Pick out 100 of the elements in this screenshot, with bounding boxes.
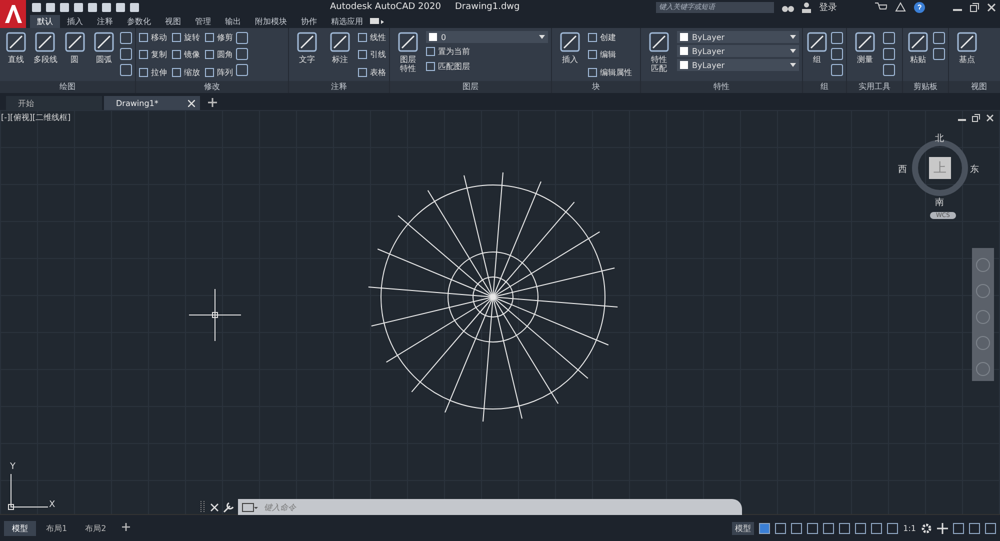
- status-toggle-icon[interactable]: [775, 522, 786, 534]
- ribbon-small-button[interactable]: 镜像: [172, 48, 200, 61]
- ribbon-large-button[interactable]: 插入: [555, 31, 585, 81]
- status-toggle-icon[interactable]: [871, 522, 882, 534]
- ribbon-small-button[interactable]: 圆角: [205, 48, 233, 61]
- ribbon-tab[interactable]: 默认: [30, 14, 60, 28]
- ribbon-small-button[interactable]: 引线: [358, 48, 386, 61]
- dropdown[interactable]: ByLayer: [677, 45, 799, 57]
- viewport-label[interactable]: [-][俯视][二维线框]: [1, 112, 71, 123]
- document-tab[interactable]: Drawing1*: [104, 96, 200, 110]
- ribbon-small-button[interactable]: 置为当前: [426, 45, 548, 57]
- command-input[interactable]: 键入命令: [262, 502, 742, 512]
- ribbon-large-button[interactable]: 特性匹配: [644, 31, 674, 81]
- ribbon-large-button[interactable]: 粘贴: [906, 31, 930, 81]
- compass-label[interactable]: 北: [935, 132, 944, 145]
- tool-icon[interactable]: [120, 32, 132, 44]
- status-toggle-icon[interactable]: [969, 522, 980, 534]
- ribbon-large-button[interactable]: 图层特性: [393, 31, 423, 81]
- tool-icon[interactable]: [883, 48, 895, 60]
- ribbon-large-button[interactable]: 组: [806, 31, 828, 81]
- ribbon-small-button[interactable]: 线性: [358, 31, 386, 43]
- compass-label[interactable]: 西: [898, 163, 907, 176]
- ribbon-large-button[interactable]: 多段线: [32, 31, 58, 81]
- close-icon[interactable]: [188, 100, 196, 106]
- layout-tab[interactable]: 布局1: [38, 520, 76, 536]
- close-icon[interactable]: [986, 114, 994, 122]
- model-space-button[interactable]: 模型: [732, 522, 754, 534]
- ribbon-tab[interactable]: 参数化: [120, 14, 158, 28]
- status-toggle-icon[interactable]: [953, 522, 964, 534]
- ribbon-small-button[interactable]: 匹配图层: [426, 60, 548, 72]
- layout-tab[interactable]: 模型: [4, 520, 36, 536]
- tool-icon[interactable]: [236, 32, 248, 44]
- ribbon-small-button[interactable]: 旋转: [172, 31, 200, 43]
- ribbon-tab[interactable]: 精选应用: [324, 14, 370, 28]
- ribbon-tab[interactable]: 视图: [158, 14, 188, 28]
- panel-title[interactable]: 组: [803, 81, 846, 93]
- status-toggle-icon[interactable]: [985, 522, 996, 534]
- grip-icon[interactable]: [200, 501, 206, 513]
- panel-title[interactable]: 绘图: [0, 81, 135, 93]
- cart-icon[interactable]: [875, 2, 887, 12]
- ribbon-tab[interactable]: 附加模块: [248, 14, 294, 28]
- ribbon-small-button[interactable]: 编辑: [588, 48, 632, 61]
- settings-icon[interactable]: [921, 522, 932, 534]
- dropdown-arrow-icon[interactable]: [539, 35, 545, 39]
- ribbon-small-button[interactable]: 创建: [588, 31, 632, 43]
- add-tab-icon[interactable]: [208, 98, 217, 107]
- ribbon-small-button[interactable]: 修剪: [205, 31, 233, 43]
- tool-icon[interactable]: [933, 48, 945, 60]
- grid-icon[interactable]: [759, 522, 770, 534]
- document-tab[interactable]: 开始: [6, 96, 102, 110]
- ribbon-tab[interactable]: 输出: [218, 14, 248, 28]
- ribbon-large-button[interactable]: 标注: [325, 31, 355, 81]
- close-icon[interactable]: [987, 2, 996, 12]
- wrench-icon[interactable]: [223, 502, 234, 512]
- ribbon-small-button[interactable]: 表格: [358, 66, 386, 78]
- tool-icon[interactable]: [120, 48, 132, 60]
- tool-icon[interactable]: [236, 64, 248, 76]
- tool-icon[interactable]: [236, 48, 248, 60]
- ribbon-small-button[interactable]: 阵列: [205, 66, 233, 78]
- restore-icon[interactable]: [970, 2, 979, 12]
- plus-icon[interactable]: [937, 522, 948, 534]
- dropdown-arrow-icon[interactable]: [790, 63, 796, 67]
- dropdown-arrow-icon[interactable]: [790, 49, 796, 53]
- ribbon-tab[interactable]: 注释: [90, 14, 120, 28]
- status-toggle-icon[interactable]: [887, 522, 898, 534]
- tool-icon[interactable]: [933, 32, 945, 44]
- ribbon-tab[interactable]: 管理: [188, 14, 218, 28]
- status-toggle-icon[interactable]: [823, 522, 834, 534]
- ribbon-small-button[interactable]: 复制: [139, 48, 167, 61]
- compass-label[interactable]: 南: [935, 196, 944, 209]
- app-logo-icon[interactable]: [0, 0, 26, 28]
- close-icon[interactable]: [210, 502, 219, 512]
- dropdown-arrow-icon[interactable]: [790, 35, 796, 39]
- tool-icon[interactable]: [883, 32, 895, 44]
- dropdown[interactable]: ByLayer: [677, 59, 799, 71]
- compass-label[interactable]: 东: [970, 163, 979, 176]
- login-link[interactable]: 登录: [819, 0, 837, 14]
- panel-title[interactable]: 注释: [289, 81, 389, 93]
- dropdown[interactable]: ByLayer: [677, 31, 799, 43]
- ribbon-large-button[interactable]: 圆: [62, 31, 88, 81]
- restore-icon[interactable]: [972, 114, 980, 122]
- ribbon-small-button[interactable]: 缩放: [172, 66, 200, 78]
- panel-title[interactable]: 修改: [136, 81, 288, 93]
- tool-icon[interactable]: [831, 48, 843, 60]
- ribbon-tab[interactable]: 插入: [60, 14, 90, 28]
- ribbon-large-button[interactable]: 直线: [3, 31, 30, 81]
- ribbon-large-button[interactable]: 圆弧: [90, 31, 117, 81]
- panel-title[interactable]: 实用工具: [847, 81, 902, 93]
- panel-title[interactable]: 图层: [390, 81, 551, 93]
- triangle-icon[interactable]: [895, 2, 906, 12]
- ribbon-small-button[interactable]: 移动: [139, 31, 167, 43]
- tool-icon[interactable]: [831, 64, 843, 76]
- dropdown[interactable]: 0: [426, 31, 548, 43]
- layout-tab[interactable]: 布局2: [77, 520, 114, 536]
- ribbon-small-button[interactable]: 编辑属性: [588, 66, 632, 78]
- status-toggle-icon[interactable]: [839, 522, 850, 534]
- panel-title[interactable]: 特性: [641, 81, 802, 93]
- status-toggle-icon[interactable]: [807, 522, 818, 534]
- ribbon-large-button[interactable]: 测量: [850, 31, 880, 81]
- command-prompt-icon[interactable]: [242, 502, 258, 512]
